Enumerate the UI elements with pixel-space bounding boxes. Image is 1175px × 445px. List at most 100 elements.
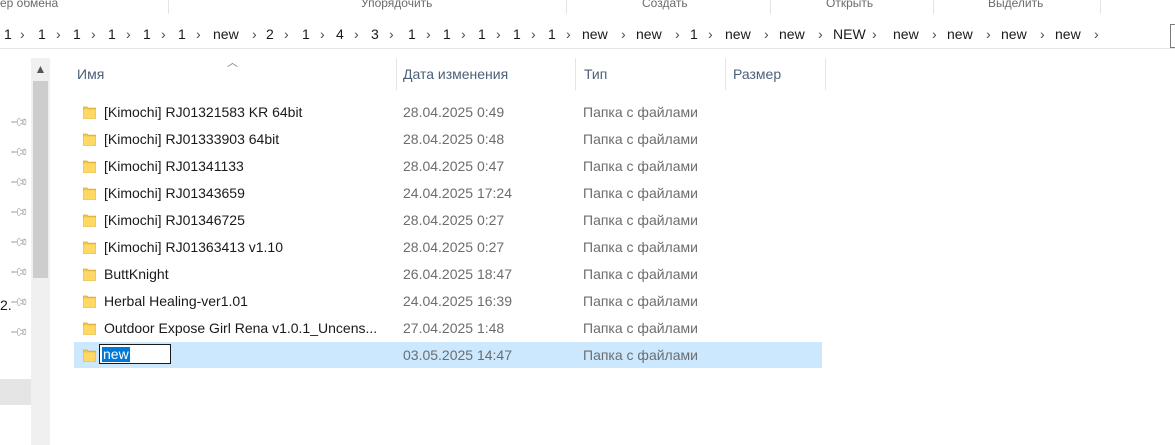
file-type: Папка с файлами xyxy=(583,185,698,201)
ribbon-group-organize: Упорядочить xyxy=(361,0,433,10)
file-row[interactable]: Herbal Healing-ver1.01 24.04.2025 16:39 Па… xyxy=(74,288,822,314)
breadcrumb-item[interactable]: new xyxy=(213,26,239,42)
breadcrumb-item[interactable]: 2 xyxy=(266,26,274,42)
breadcrumb-item[interactable]: 1 xyxy=(4,26,12,42)
breadcrumb-chevron-icon[interactable]: › xyxy=(986,26,991,42)
breadcrumb-item[interactable]: new xyxy=(636,26,662,42)
breadcrumb-chevron-icon[interactable]: › xyxy=(708,26,713,42)
file-date: 03.05.2025 14:47 xyxy=(403,347,512,363)
rename-input[interactable]: new xyxy=(99,344,171,364)
file-row[interactable]: [Kimochi] RJ01321583 KR 64bit 28.04.2025 … xyxy=(74,99,822,125)
ribbon-group-clipboard: ер обмена xyxy=(0,0,59,10)
file-row[interactable]: [Kimochi] RJ01363413 v1.10 28.04.2025 0:2… xyxy=(74,234,822,260)
scrollbar-thumb[interactable] xyxy=(33,81,48,278)
breadcrumb-chevron-icon[interactable]: › xyxy=(461,26,466,42)
scroll-up-arrow-icon[interactable]: ▲ xyxy=(31,58,50,80)
breadcrumb-item[interactable]: 1 xyxy=(548,26,556,42)
breadcrumb-chevron-icon[interactable]: › xyxy=(566,26,571,42)
file-type: Папка с файлами xyxy=(583,347,698,363)
pin-icon: 📌︎ xyxy=(9,321,30,343)
breadcrumb-item[interactable]: 3 xyxy=(371,26,379,42)
folder-icon xyxy=(83,132,96,146)
file-row[interactable]: [Kimochi] RJ01346725 28.04.2025 0:27 Папка… xyxy=(74,207,822,233)
breadcrumb-item[interactable]: new xyxy=(582,26,608,42)
breadcrumb-item[interactable]: 1 xyxy=(513,26,521,42)
breadcrumb-item[interactable]: new xyxy=(725,26,751,42)
nav-item-selected[interactable] xyxy=(0,379,31,405)
breadcrumb-item[interactable]: new xyxy=(947,26,973,42)
file-row[interactable]: ButtKnight 26.04.2025 18:47 Папка с файлам… xyxy=(74,261,822,287)
file-row-selected[interactable]: new 03.05.2025 14:47 Папка с файлами xyxy=(74,342,822,368)
breadcrumb-item[interactable]: new xyxy=(1001,26,1027,42)
file-row[interactable]: [Kimochi] RJ01343659 24.04.2025 17:24 Папк… xyxy=(74,180,822,206)
breadcrumb-item[interactable]: 1 xyxy=(478,26,486,42)
breadcrumb-item[interactable]: 1 xyxy=(408,26,416,42)
breadcrumb-chevron-icon[interactable]: › xyxy=(56,26,61,42)
breadcrumb-chevron-icon[interactable]: › xyxy=(91,26,96,42)
breadcrumb-item[interactable]: 1 xyxy=(690,26,698,42)
ribbon-group-select: Выделить xyxy=(988,0,1044,10)
breadcrumb-chevron-icon[interactable]: › xyxy=(675,26,680,42)
breadcrumb-item[interactable]: 1 xyxy=(143,26,151,42)
column-header-name[interactable]: Имя xyxy=(70,60,396,90)
breadcrumb-item[interactable]: 1 xyxy=(108,26,116,42)
folder-icon xyxy=(83,213,96,227)
breadcrumb-chevron-icon[interactable]: › xyxy=(161,26,166,42)
nav-item-cut-label[interactable]: 2. xyxy=(0,297,12,313)
file-type: Папка с файлами xyxy=(583,320,698,336)
file-type: Папка с файлами xyxy=(583,293,698,309)
pin-icon: 📌︎ xyxy=(9,291,30,313)
breadcrumb-item[interactable]: new xyxy=(779,26,805,42)
breadcrumb-chevron-icon[interactable]: › xyxy=(932,26,937,42)
breadcrumb-item[interactable]: 1 xyxy=(178,26,186,42)
address-bar[interactable]: 1 › 1 › 1 › 1 › 1 › 1 › new › 2 › 1 › 4 › 3 › 1 › 1 › 1 › 1 › 1 › new › ne… xyxy=(0,22,1175,48)
breadcrumb-item[interactable]: 1 xyxy=(38,26,46,42)
column-header-type[interactable]: Тип xyxy=(576,60,725,90)
file-date: 26.04.2025 18:47 xyxy=(403,266,512,282)
folder-icon xyxy=(83,159,96,173)
breadcrumb-chevron-icon[interactable]: › xyxy=(818,26,823,42)
breadcrumb-chevron-icon[interactable]: › xyxy=(252,26,257,42)
ribbon-group-labels: ер обмена Упорядочить Создать Открыть Вы… xyxy=(0,0,1175,14)
file-name: Herbal Healing-ver1.01 xyxy=(104,293,248,309)
breadcrumb-chevron-icon[interactable]: › xyxy=(1094,26,1099,42)
breadcrumb-chevron-icon[interactable]: › xyxy=(1040,26,1045,42)
breadcrumb-chevron-icon[interactable]: › xyxy=(20,26,25,42)
breadcrumb-item[interactable]: 1 xyxy=(443,26,451,42)
file-type: Папка с файлами xyxy=(583,158,698,174)
breadcrumb-chevron-icon[interactable]: › xyxy=(354,26,359,42)
folder-icon xyxy=(83,267,96,281)
breadcrumb-chevron-icon[interactable]: › xyxy=(496,26,501,42)
file-date: 27.04.2025 1:48 xyxy=(403,320,505,336)
breadcrumb-item[interactable]: new xyxy=(1055,26,1081,42)
file-type: Папка с файлами xyxy=(583,131,698,147)
folder-icon xyxy=(83,294,96,308)
breadcrumb-chevron-icon[interactable]: › xyxy=(320,26,325,42)
column-header-date[interactable]: Дата изменения xyxy=(397,60,575,90)
column-header-size-label: Размер xyxy=(733,66,782,82)
file-type: Папка с файлами xyxy=(583,212,698,228)
breadcrumb-chevron-icon[interactable]: › xyxy=(621,26,626,42)
breadcrumb-chevron-icon[interactable]: › xyxy=(389,26,394,42)
column-header-size[interactable]: Размер xyxy=(726,60,825,90)
file-name: Outdoor Expose Girl Rena v1.0.1_Uncens..… xyxy=(104,320,378,336)
breadcrumb-chevron-icon[interactable]: › xyxy=(531,26,536,42)
breadcrumb-chevron-icon[interactable]: › xyxy=(426,26,431,42)
breadcrumb-chevron-icon[interactable]: › xyxy=(196,26,201,42)
breadcrumb-item[interactable]: 4 xyxy=(336,26,344,42)
pin-icon: 📌︎ xyxy=(9,201,30,223)
breadcrumb-chevron-icon[interactable]: › xyxy=(764,26,769,42)
breadcrumb-item[interactable]: NEW xyxy=(833,26,866,42)
breadcrumb-chevron-icon[interactable]: › xyxy=(284,26,289,42)
breadcrumb-chevron-icon[interactable]: › xyxy=(872,26,877,42)
breadcrumb-item[interactable]: new xyxy=(893,26,919,42)
breadcrumb-chevron-icon[interactable]: › xyxy=(126,26,131,42)
nav-scrollbar[interactable]: ▲ xyxy=(31,58,50,445)
breadcrumb-item[interactable]: 1 xyxy=(302,26,310,42)
file-row[interactable]: [Kimochi] RJ01333903 64bit 28.04.2025 0:4… xyxy=(74,126,822,152)
file-row[interactable]: [Kimochi] RJ01341133 28.04.2025 0:47 Папка… xyxy=(74,153,822,179)
breadcrumb-item[interactable]: 1 xyxy=(73,26,81,42)
file-row[interactable]: Outdoor Expose Girl Rena v1.0.1_Uncens..… xyxy=(74,315,822,341)
search-box-edge[interactable] xyxy=(1170,24,1175,48)
file-type: Папка с файлами xyxy=(583,104,698,120)
